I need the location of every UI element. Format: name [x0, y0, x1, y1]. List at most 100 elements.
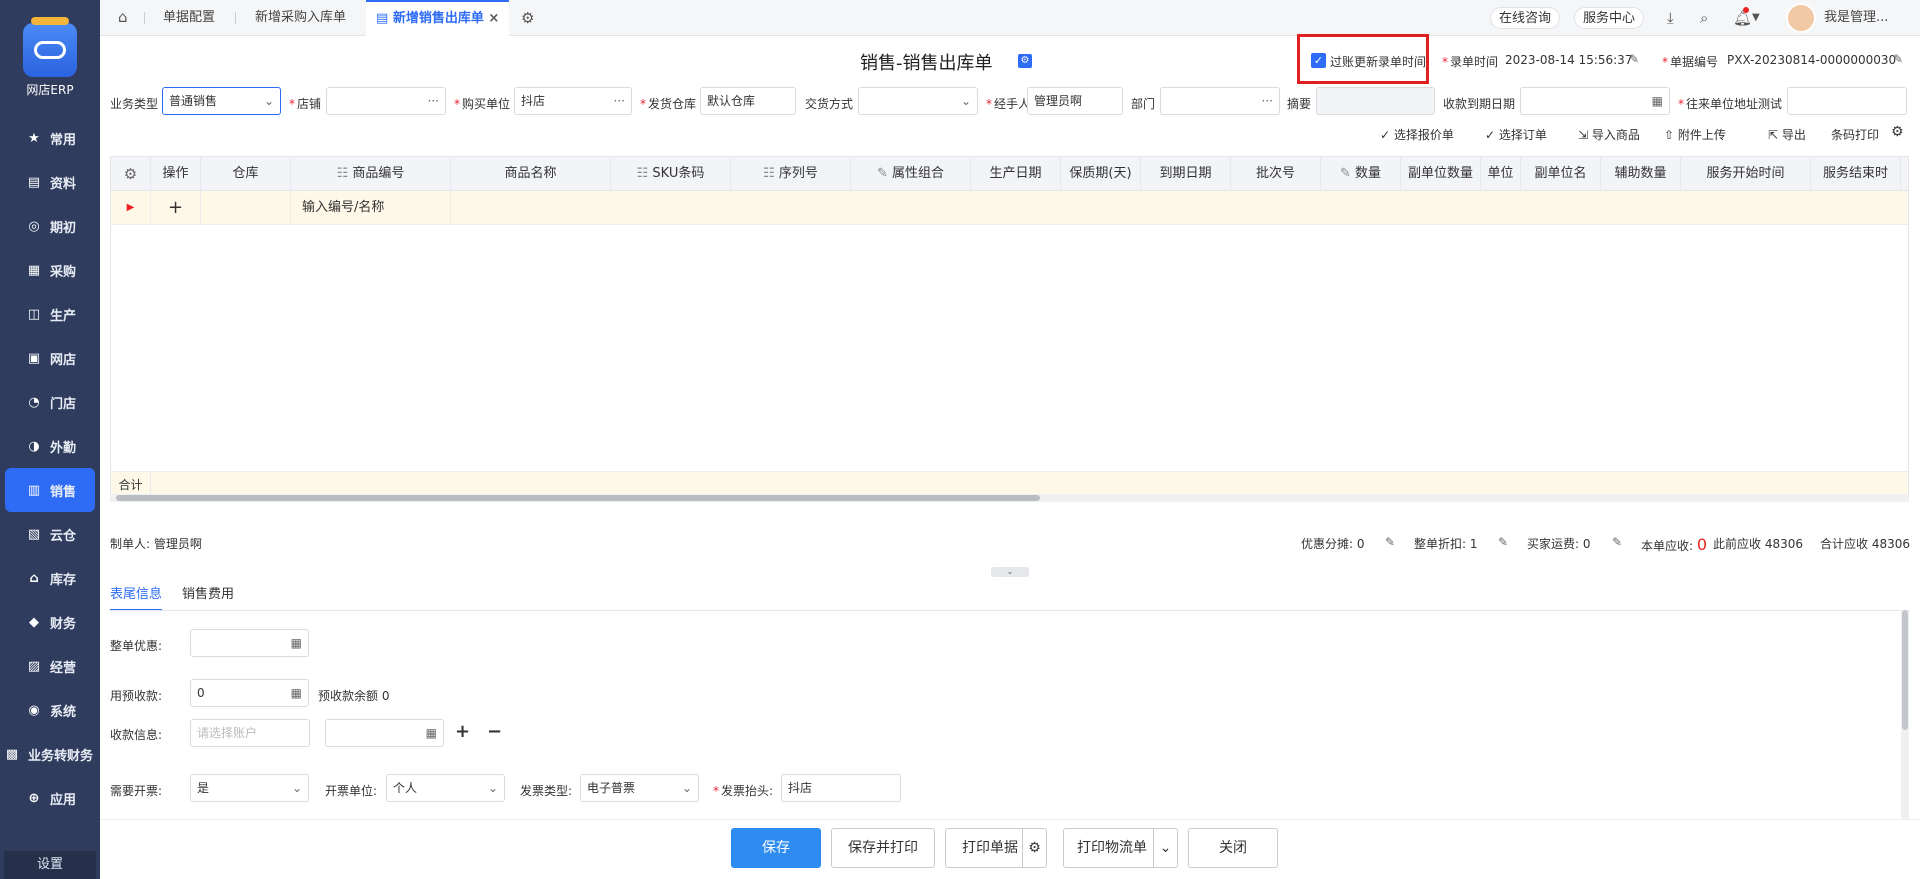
order-discount-label: 整单优惠:: [110, 639, 163, 653]
horizontal-scrollbar[interactable]: [110, 494, 1909, 502]
user-name[interactable]: 我是管理...: [1824, 0, 1888, 36]
invoice-need-select[interactable]: 是 ⌄: [190, 774, 309, 802]
column-header[interactable]: 保质期(天): [1061, 157, 1141, 191]
column-header[interactable]: 仓库: [201, 157, 291, 191]
column-header[interactable]: 副单位数量: [1401, 157, 1481, 191]
column-header[interactable]: 服务结束时: [1811, 157, 1901, 191]
tab-footer-info[interactable]: 表尾信息: [110, 583, 163, 611]
invoice-unit-select[interactable]: 个人 ⌄: [386, 774, 505, 802]
download-icon[interactable]: ⤓: [1667, 9, 1674, 27]
goods-code-input[interactable]: 输入编号/名称: [291, 191, 451, 225]
dept-field[interactable]: ···: [1160, 87, 1280, 115]
edit-icon[interactable]: ✎: [1385, 535, 1395, 549]
warehouse-field[interactable]: 默认仓库: [700, 87, 796, 115]
sidebar-item-0[interactable]: ★ 常用: [0, 116, 100, 160]
export-button[interactable]: ⇱ 导出: [1768, 126, 1806, 143]
sidebar-item-9[interactable]: ▧ 云仓: [0, 512, 100, 556]
shop-field[interactable]: ···: [326, 87, 446, 115]
column-header[interactable]: 副单位名: [1521, 157, 1601, 191]
select-order-button[interactable]: ✓ 选择订单: [1485, 126, 1547, 143]
add-row-button[interactable]: +: [151, 191, 201, 225]
home-icon[interactable]: ⌂: [118, 8, 128, 26]
minus-icon[interactable]: −: [487, 721, 502, 742]
barcode-print-button[interactable]: 条码打印: [1831, 126, 1879, 143]
collapse-toggle-icon[interactable]: ⌄: [991, 567, 1029, 577]
tab-doc-config[interactable]: 单据配置: [163, 0, 215, 36]
sidebar-item-14[interactable]: ▩ 业务转财务: [0, 732, 100, 776]
edit-icon[interactable]: ✎: [1629, 52, 1639, 66]
due-date-field[interactable]: ▦: [1520, 87, 1670, 115]
print-doc-button[interactable]: 打印单据 ⚙: [945, 828, 1047, 868]
save-button[interactable]: 保存: [731, 828, 821, 868]
biz-type-select[interactable]: 普通销售 ⌄: [162, 87, 281, 115]
sidebar-item-1[interactable]: ▤ 资料: [0, 160, 100, 204]
due-date-label: 收款到期日期: [1443, 97, 1516, 111]
memo-field[interactable]: [1316, 87, 1435, 115]
invoice-type-select[interactable]: 电子普票 ⌄: [580, 774, 699, 802]
nav-icon: ▤: [27, 174, 41, 190]
warehouse-cell[interactable]: [201, 191, 291, 225]
print-logistics-button[interactable]: 打印物流单 ⌄: [1063, 828, 1178, 868]
import-goods-button[interactable]: ⇲ 导入商品: [1578, 126, 1640, 143]
column-header[interactable]: ☷ 序列号: [731, 157, 851, 191]
edit-icon[interactable]: ✎: [1498, 535, 1508, 549]
tab-sales-fees[interactable]: 销售费用: [182, 583, 234, 611]
select-quote-button[interactable]: ✓ 选择报价单: [1380, 126, 1454, 143]
sidebar-item-5[interactable]: ▣ 网店: [0, 336, 100, 380]
buyer-field[interactable]: 抖店 ···: [514, 87, 632, 115]
sidebar-item-3[interactable]: ▦ 采购: [0, 248, 100, 292]
sidebar-item-7[interactable]: ◑ 外勤: [0, 424, 100, 468]
chevron-down-icon[interactable]: ▼: [1752, 12, 1760, 23]
gear-icon[interactable]: ⚙: [1891, 124, 1904, 140]
collect-account-select[interactable]: 请选择账户: [190, 719, 310, 747]
address-field[interactable]: [1787, 87, 1907, 115]
bell-icon[interactable]: 🔔︎: [1733, 7, 1752, 27]
column-header[interactable]: 单位: [1481, 157, 1521, 191]
column-header[interactable]: 商品名称: [451, 157, 611, 191]
column-header[interactable]: ✎ 属性组合: [851, 157, 971, 191]
online-consult-button[interactable]: 在线咨询: [1490, 7, 1561, 29]
service-center-button[interactable]: 服务中心: [1574, 7, 1645, 29]
order-discount-field[interactable]: ▦: [190, 629, 309, 657]
invoice-title-field[interactable]: 抖店: [781, 774, 901, 802]
search-icon[interactable]: ⌕: [1700, 9, 1708, 27]
avatar[interactable]: [1786, 3, 1816, 33]
save-print-button[interactable]: 保存并打印: [831, 828, 935, 868]
column-header[interactable]: ☷ SKU条码: [611, 157, 731, 191]
handler-field[interactable]: 管理员啊: [1027, 87, 1123, 115]
sidebar-item-4[interactable]: ◫ 生产: [0, 292, 100, 336]
edit-icon[interactable]: ✎: [1612, 535, 1622, 549]
sidebar-item-6[interactable]: ◔ 门店: [0, 380, 100, 424]
column-header[interactable]: 批次号: [1231, 157, 1321, 191]
prepay-field[interactable]: 0 ▦: [190, 679, 309, 707]
add-icon[interactable]: +: [455, 721, 470, 742]
sidebar-item-2[interactable]: ◎ 期初: [0, 204, 100, 248]
column-header[interactable]: 辅助数量: [1601, 157, 1681, 191]
update-time-checkbox[interactable]: ✓: [1311, 53, 1326, 68]
column-header[interactable]: 服务开始时间: [1681, 157, 1811, 191]
vertical-scrollbar[interactable]: [1901, 610, 1909, 820]
close-icon[interactable]: ×: [488, 11, 499, 26]
sidebar-item-11[interactable]: ◆ 财务: [0, 600, 100, 644]
edit-icon[interactable]: ✎: [1893, 52, 1903, 66]
settings-button[interactable]: 设置: [4, 851, 96, 879]
tab-new-sales-out[interactable]: ▤ 新增销售出库单 ×: [366, 0, 510, 36]
gear-icon[interactable]: ⚙: [521, 9, 534, 27]
collect-amount-field[interactable]: ▦: [325, 719, 444, 747]
tab-new-purchase-in[interactable]: 新增采购入库单: [255, 0, 346, 36]
column-settings-icon[interactable]: ⚙: [111, 157, 151, 191]
column-header[interactable]: 生产日期: [971, 157, 1061, 191]
column-header[interactable]: ☷ 商品编号: [291, 157, 451, 191]
column-header[interactable]: 到期日期: [1141, 157, 1231, 191]
delivery-method-select[interactable]: ⌄: [858, 87, 978, 115]
settings-icon[interactable]: ⚙: [1018, 54, 1032, 68]
column-header[interactable]: ✎ 数量: [1321, 157, 1401, 191]
close-button[interactable]: 关闭: [1188, 828, 1278, 868]
sidebar-item-12[interactable]: ▨ 经营: [0, 644, 100, 688]
sidebar-item-13[interactable]: ◉ 系统: [0, 688, 100, 732]
sidebar-item-10[interactable]: ⌂ 库存: [0, 556, 100, 600]
sidebar-item-15[interactable]: ⊕ 应用: [0, 776, 100, 820]
column-header[interactable]: 操作: [151, 157, 201, 191]
attach-upload-button[interactable]: ⇧ 附件上传: [1664, 126, 1726, 143]
sidebar-item-8[interactable]: ▥ 销售: [5, 468, 95, 512]
